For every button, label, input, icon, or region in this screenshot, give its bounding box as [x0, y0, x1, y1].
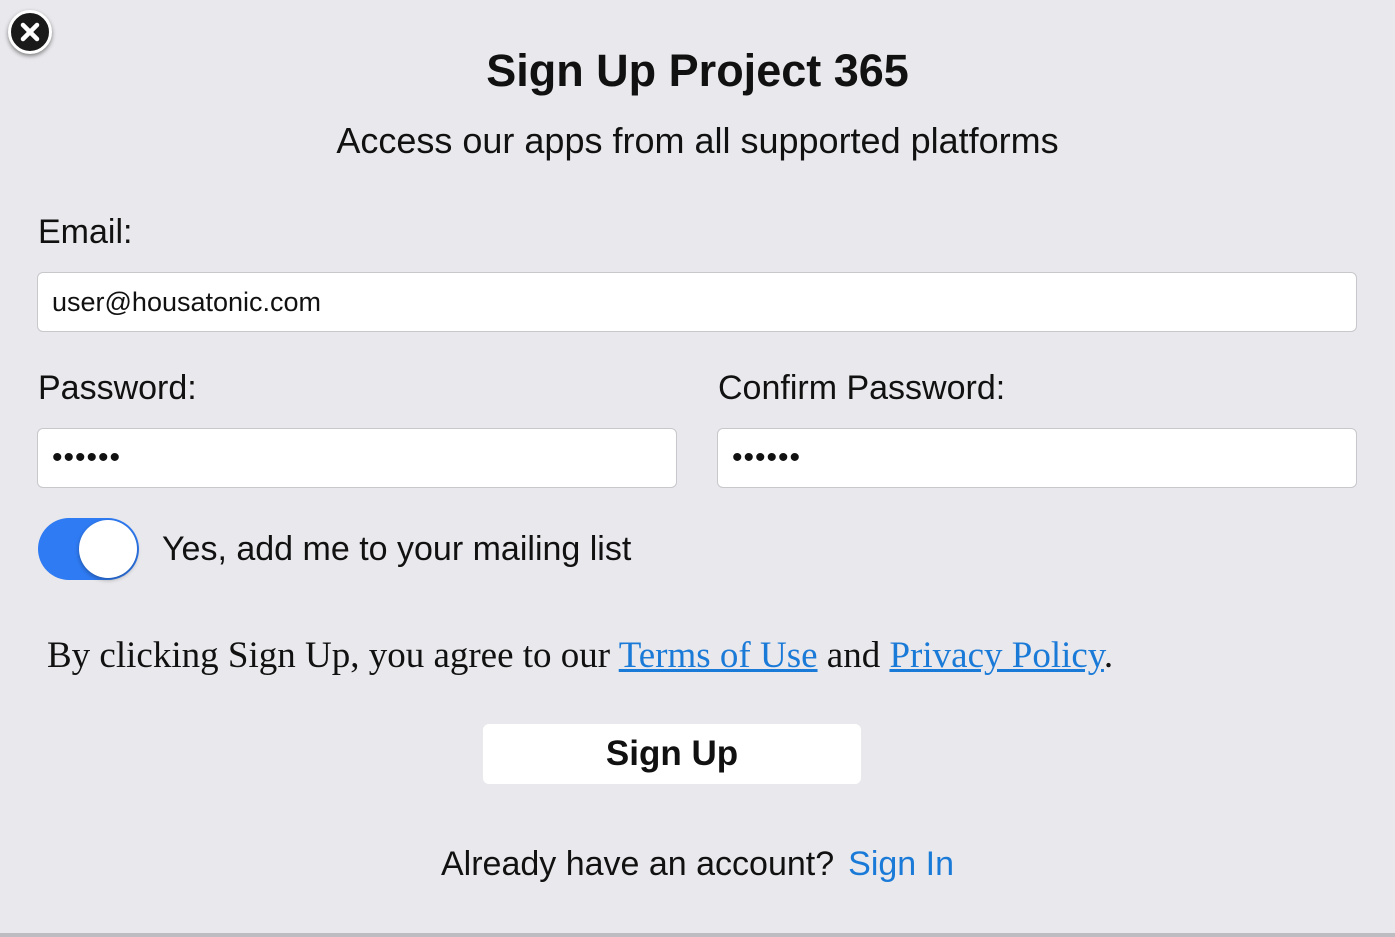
email-field[interactable] [37, 272, 1357, 332]
signin-row: Already have an account? Sign In [0, 844, 1395, 884]
email-label: Email: [38, 213, 133, 251]
sign-in-link[interactable]: Sign In [848, 845, 954, 883]
password-label: Password: [38, 369, 197, 407]
close-icon [20, 22, 40, 42]
toggle-knob [79, 520, 137, 578]
mailing-list-toggle[interactable] [38, 518, 139, 580]
signin-prompt: Already have an account? [440, 845, 835, 883]
terms-of-use-link[interactable]: Terms of Use [619, 635, 818, 676]
password-field[interactable] [37, 428, 677, 488]
terms-middle: and [817, 635, 890, 676]
terms-suffix: . [1103, 635, 1114, 676]
confirm-password-label: Confirm Password: [718, 369, 1006, 407]
sign-up-button[interactable]: Sign Up [483, 724, 861, 784]
dialog-title: Sign Up Project 365 [486, 45, 909, 96]
signup-dialog: Sign Up Project 365 Access our apps from… [0, 0, 1395, 937]
confirm-password-field[interactable] [717, 428, 1357, 488]
dialog-subtitle: Access our apps from all supported platf… [336, 120, 1059, 161]
bottom-divider [0, 933, 1395, 937]
terms-prefix: By clicking Sign Up, you agree to our [47, 635, 619, 676]
privacy-policy-link[interactable]: Privacy Policy [889, 635, 1103, 676]
terms-notice: By clicking Sign Up, you agree to our Te… [47, 633, 1113, 679]
mailing-list-label: Yes, add me to your mailing list [162, 530, 632, 568]
